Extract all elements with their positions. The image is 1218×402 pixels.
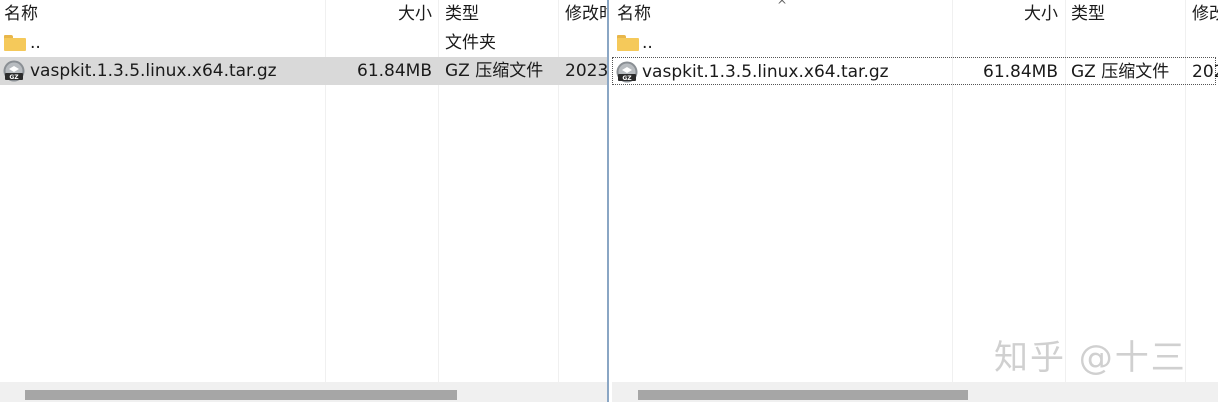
file-size — [326, 29, 432, 57]
gz-icon-label: GZ — [9, 74, 19, 81]
horizontal-scrollbar[interactable] — [612, 382, 1218, 402]
column-header-type[interactable]: 类型 — [445, 0, 555, 29]
file-name: vaspkit.1.3.5.linux.x64.tar.gz — [30, 61, 277, 81]
file-name: vaspkit.1.3.5.linux.x64.tar.gz — [642, 62, 889, 82]
folder-icon — [4, 35, 26, 51]
local-file-pane[interactable]: 名称 大小 类型 修改时 .. 文件夹 GZ vaspkit.1.3.5.lin… — [0, 0, 607, 402]
file-size: 61.84MB — [357, 61, 432, 81]
gz-icon-label: GZ — [622, 75, 632, 82]
file-type: GZ 压缩文件 — [445, 61, 544, 81]
file-modified — [565, 29, 607, 57]
file-name: .. — [30, 33, 41, 53]
remote-column-header: 名称 ^ 大小 类型 修改 — [612, 0, 1218, 29]
gz-archive-icon: GZ — [616, 61, 638, 83]
file-name: .. — [642, 33, 653, 53]
file-row[interactable]: GZ vaspkit.1.3.5.linux.x64.tar.gz 61.84M… — [0, 57, 607, 85]
column-header-size[interactable]: 大小 — [326, 0, 432, 29]
file-row-parent[interactable]: .. — [612, 29, 1218, 57]
file-size: 61.84MB — [983, 62, 1058, 82]
watermark-text: 知乎 @十三 — [994, 338, 1187, 378]
horizontal-scrollbar[interactable] — [0, 382, 607, 402]
scrollbar-thumb[interactable] — [638, 390, 968, 400]
sort-ascending-icon: ^ — [777, 0, 788, 12]
file-size — [954, 29, 1058, 57]
column-header-name[interactable]: 名称 — [4, 0, 304, 29]
file-row[interactable]: GZ vaspkit.1.3.5.linux.x64.tar.gz 61.84M… — [612, 57, 1218, 85]
file-modified — [1192, 29, 1218, 57]
file-modified: 202 — [1192, 62, 1218, 82]
file-type — [1071, 29, 1181, 57]
file-row-parent[interactable]: .. 文件夹 — [0, 29, 607, 57]
gz-archive-icon: GZ — [3, 60, 25, 82]
file-type: 文件夹 — [445, 33, 496, 53]
column-header-modified[interactable]: 修改 — [1192, 0, 1218, 29]
column-header-size[interactable]: 大小 — [954, 0, 1058, 29]
local-column-header: 名称 大小 类型 修改时 — [0, 0, 607, 29]
folder-icon — [617, 35, 639, 51]
column-header-type[interactable]: 类型 — [1071, 0, 1181, 29]
column-header-modified[interactable]: 修改时 — [565, 0, 607, 29]
scrollbar-thumb[interactable] — [25, 390, 457, 400]
file-modified: 2023 — [565, 61, 607, 81]
file-type: GZ 压缩文件 — [1071, 62, 1170, 82]
